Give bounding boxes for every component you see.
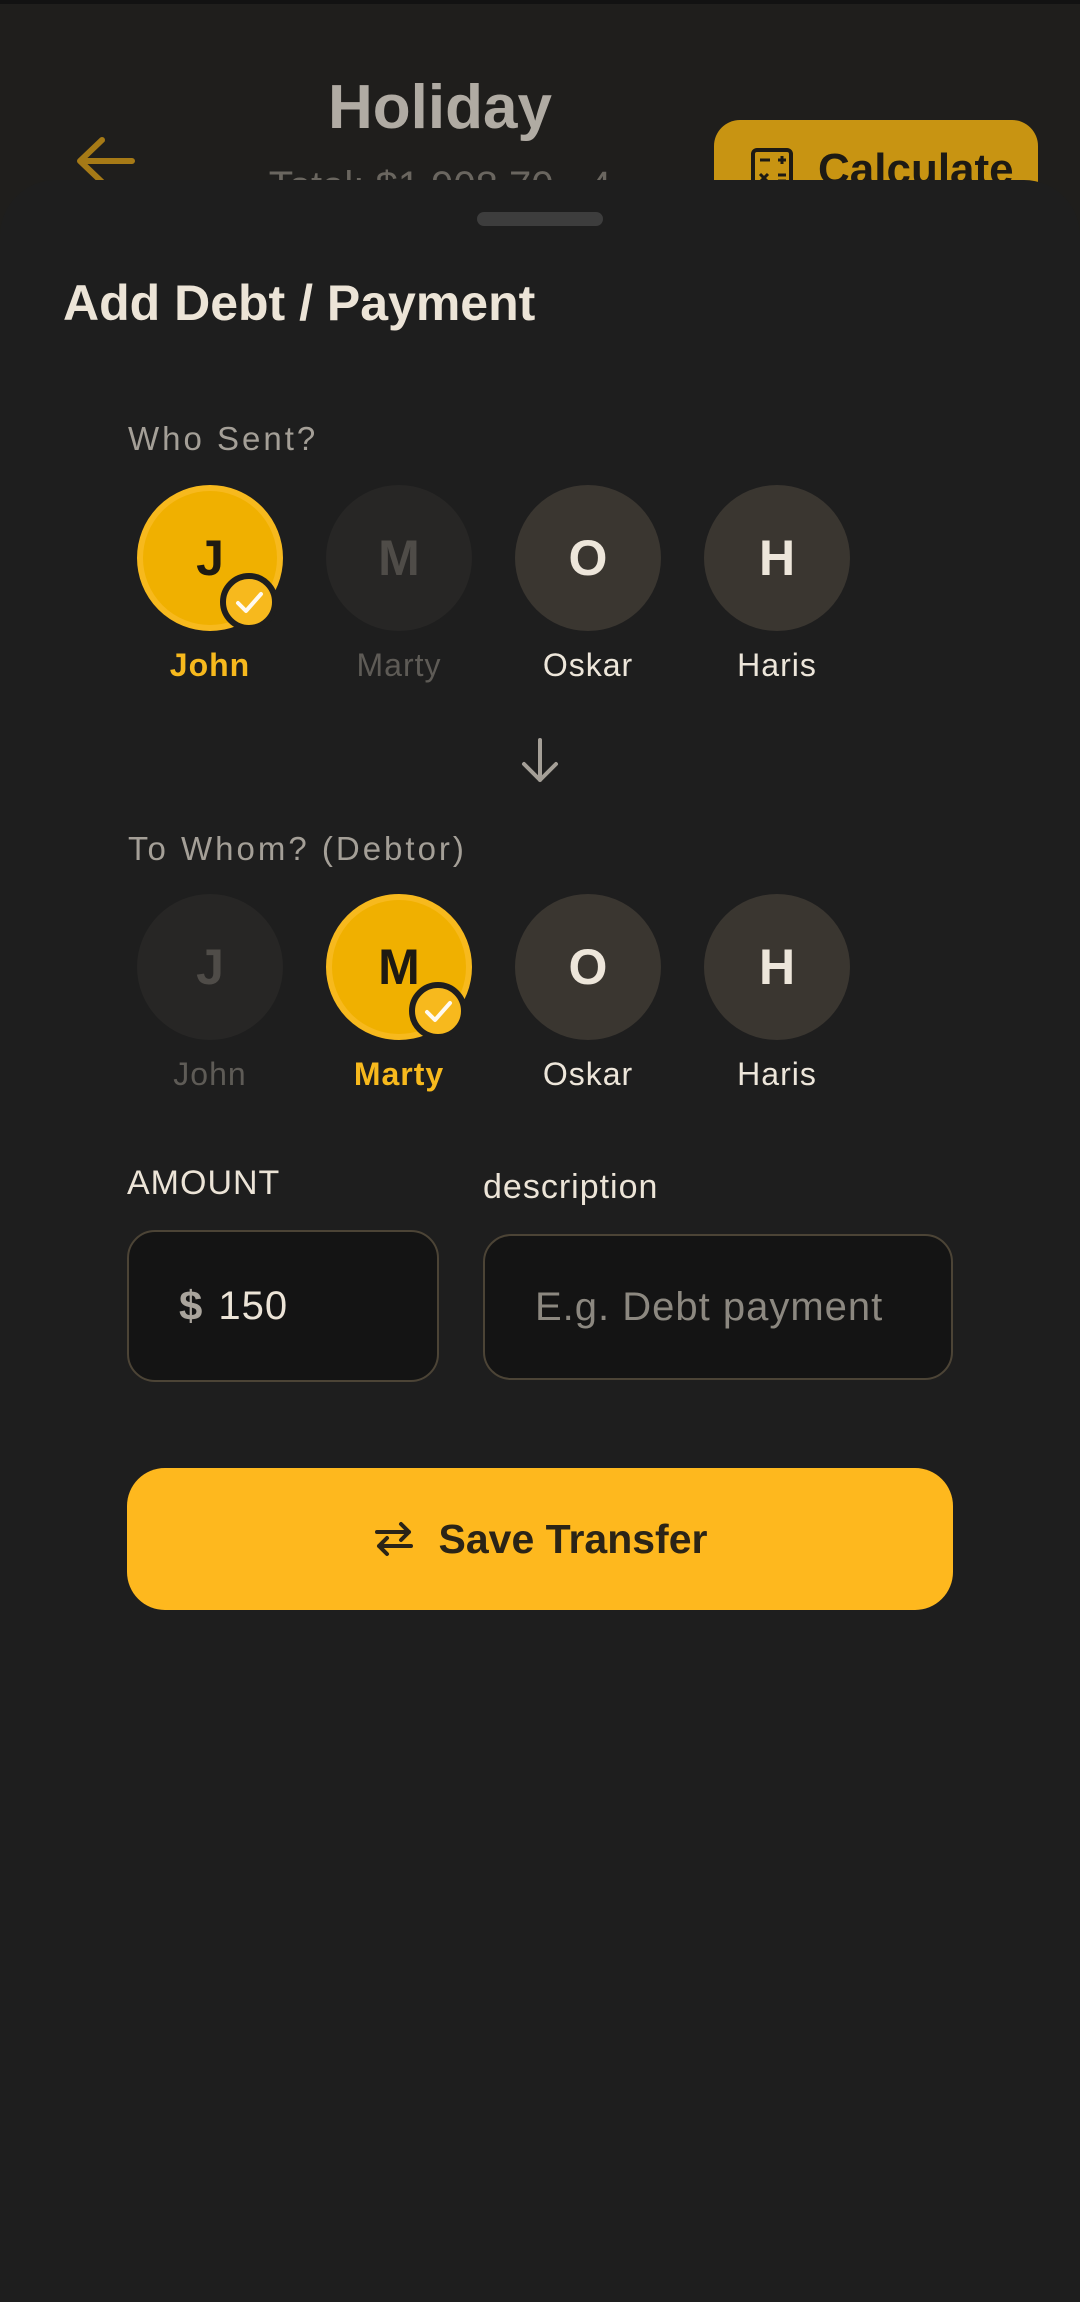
debtor-option-john[interactable]: J John bbox=[128, 894, 288, 1094]
person-name: Oskar bbox=[542, 647, 634, 683]
debtor-option-haris[interactable]: H Haris bbox=[695, 894, 855, 1094]
person-name: Haris bbox=[737, 647, 817, 683]
save-transfer-label: Save Transfer bbox=[438, 1515, 708, 1562]
person-name: Marty bbox=[353, 1056, 445, 1092]
check-icon bbox=[220, 573, 278, 631]
avatar: M bbox=[326, 485, 472, 631]
add-debt-sheet: Add Debt / Payment Who Sent? J John M Ma… bbox=[0, 180, 1080, 2302]
amount-value: 150 bbox=[218, 1283, 289, 1328]
debtor-option-oskar[interactable]: O Oskar bbox=[506, 894, 666, 1094]
drag-handle[interactable] bbox=[477, 212, 603, 226]
avatar: H bbox=[704, 894, 850, 1040]
sender-option-marty[interactable]: M Marty bbox=[317, 485, 477, 685]
person-name: Marty bbox=[356, 647, 442, 683]
person-name: John bbox=[169, 647, 251, 683]
sender-selector: J John M Marty O Oskar H Haris bbox=[0, 485, 1080, 685]
sender-section-label: Who Sent? bbox=[128, 420, 319, 457]
sheet-title: Add Debt / Payment bbox=[63, 275, 536, 331]
debtor-option-marty[interactable]: M Marty bbox=[317, 894, 477, 1094]
person-name: Oskar bbox=[542, 1056, 634, 1092]
sender-option-oskar[interactable]: O Oskar bbox=[506, 485, 666, 685]
sender-option-haris[interactable]: H Haris bbox=[695, 485, 855, 685]
avatar: O bbox=[515, 894, 661, 1040]
check-icon bbox=[409, 982, 467, 1040]
amount-field[interactable]: $ 150 bbox=[127, 1230, 439, 1382]
transfer-arrows-icon bbox=[374, 1522, 413, 1556]
person-name: John bbox=[173, 1056, 247, 1092]
app-screen: Holiday Total: $1,908.70 · 4 Calculate A… bbox=[0, 0, 1080, 2302]
debtor-section-label: To Whom? (Debtor) bbox=[128, 830, 467, 867]
sender-option-john[interactable]: J John bbox=[128, 485, 288, 685]
avatar: O bbox=[515, 485, 661, 631]
amount-label: AMOUNT bbox=[127, 1164, 281, 1202]
status-bar bbox=[0, 0, 1080, 4]
avatar: H bbox=[704, 485, 850, 631]
save-transfer-button[interactable]: Save Transfer bbox=[127, 1468, 953, 1610]
person-name: Haris bbox=[737, 1056, 817, 1092]
description-input[interactable] bbox=[483, 1234, 953, 1380]
currency-symbol: $ bbox=[179, 1282, 203, 1329]
avatar: J bbox=[137, 894, 283, 1040]
description-label: description bbox=[483, 1168, 659, 1206]
debtor-selector: J John M Marty O Oskar H Haris bbox=[0, 894, 1080, 1094]
arrow-down-icon bbox=[522, 738, 558, 782]
